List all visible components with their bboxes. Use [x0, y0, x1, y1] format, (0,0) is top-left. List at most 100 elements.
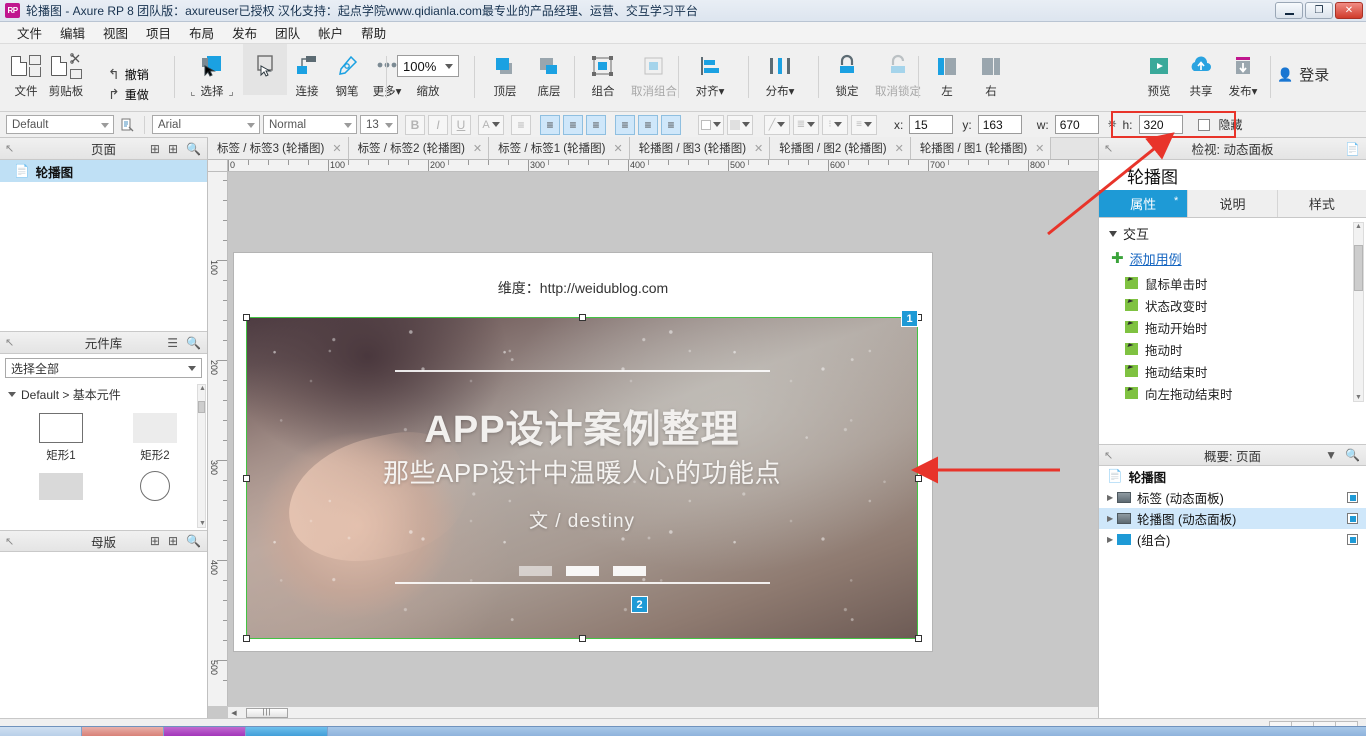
publish-button[interactable]: 发布▾: [1222, 44, 1264, 99]
close-icon[interactable]: ✕: [754, 142, 763, 155]
event-on-click[interactable]: 鼠标单击时: [1099, 272, 1366, 294]
taskbar-item-2[interactable]: [164, 727, 246, 736]
group-button[interactable]: 组合: [581, 44, 625, 99]
menu-item-help[interactable]: 帮助: [352, 21, 395, 44]
login-button[interactable]: 👤 登录: [1277, 64, 1329, 85]
carousel-dot-1[interactable]: [518, 566, 552, 576]
filter-icon[interactable]: ▼: [1325, 449, 1337, 461]
send-to-back-button[interactable]: 底层: [529, 44, 569, 99]
tab-label2[interactable]: 标签 / 标签2 (轮播图) ✕: [348, 137, 490, 159]
add-folder-icon[interactable]: ⊞: [168, 535, 178, 547]
close-icon[interactable]: ✕: [895, 142, 904, 155]
expand-triangle-icon[interactable]: ▶: [1107, 514, 1117, 523]
carousel-dot-3[interactable]: [612, 566, 646, 576]
event-on-drag[interactable]: 拖动时: [1099, 338, 1366, 360]
restore-button[interactable]: ❐: [1305, 2, 1333, 19]
visibility-checkbox[interactable]: [1347, 513, 1358, 524]
visibility-checkbox[interactable]: [1347, 534, 1358, 545]
close-button[interactable]: ✕: [1335, 2, 1363, 19]
expand-triangle-icon[interactable]: ▶: [1107, 493, 1117, 502]
menu-item-account[interactable]: 帐户: [309, 21, 352, 44]
menu-item-layout[interactable]: 布局: [180, 21, 223, 44]
resize-handle-tl[interactable]: [243, 314, 250, 321]
redo-button[interactable]: ↱ 重做: [108, 86, 149, 103]
close-icon[interactable]: ✕: [1035, 142, 1044, 155]
visibility-checkbox[interactable]: [1347, 492, 1358, 503]
collapse-icon[interactable]: ↖: [5, 535, 14, 548]
selection-mode-button[interactable]: [243, 44, 287, 95]
x-input[interactable]: 15: [909, 115, 954, 134]
connector-tool-button[interactable]: 连接: [287, 44, 327, 99]
add-master-icon[interactable]: ⊞: [150, 535, 160, 547]
menu-item-file[interactable]: 文件: [8, 21, 51, 44]
align-left-button[interactable]: ≡: [540, 114, 560, 135]
style-combo[interactable]: Default: [6, 115, 114, 134]
page-surface[interactable]: 维度：http://weidublog.com APP设计案例整理 那些APP设…: [233, 252, 933, 652]
collapse-icon[interactable]: ↖: [1104, 449, 1113, 462]
state-badge-panel[interactable]: 1: [901, 310, 918, 327]
font-size-combo[interactable]: 13: [360, 115, 398, 134]
library-select[interactable]: 选择全部: [5, 358, 202, 378]
widget-rect1[interactable]: 矩形1: [14, 411, 108, 463]
event-on-state-change[interactable]: 状态改变时: [1099, 294, 1366, 316]
more-text-button[interactable]: ≡: [511, 114, 531, 135]
menu-item-publish[interactable]: 发布: [223, 21, 266, 44]
outline-item-carousel-panel[interactable]: ▶ 轮播图 (动态面板): [1099, 508, 1366, 529]
close-icon[interactable]: ✕: [613, 142, 622, 155]
y-input[interactable]: 163: [977, 115, 1022, 134]
line-style-button[interactable]: ╱: [764, 114, 790, 135]
carousel-banner-image[interactable]: APP设计案例整理 那些APP设计中温暖人心的功能点 文 / destiny: [247, 318, 917, 638]
tab-label1[interactable]: 标签 / 标签1 (轮播图) ✕: [489, 137, 630, 159]
scroll-up-icon[interactable]: ▲: [1355, 223, 1362, 230]
font-color-button[interactable]: A: [478, 114, 504, 135]
hamburger-icon[interactable]: ☰: [167, 337, 178, 349]
shadow-button[interactable]: [727, 114, 753, 135]
scroll-thumb[interactable]: [198, 401, 205, 413]
tab-style[interactable]: 样式: [1277, 190, 1366, 217]
menu-item-edit[interactable]: 编辑: [51, 21, 94, 44]
scroll-thumb[interactable]: [1354, 245, 1363, 291]
outline-item-group[interactable]: ▶ (组合): [1099, 529, 1366, 550]
file-button[interactable]: 文件: [6, 44, 46, 99]
add-page-icon[interactable]: ⊞: [150, 143, 160, 155]
undo-button[interactable]: ↰ 撤销: [108, 66, 149, 83]
state-badge-dots[interactable]: 2: [631, 596, 648, 613]
arrow-style-button[interactable]: ≡: [851, 114, 877, 135]
align-button[interactable]: 对齐▾: [685, 44, 735, 99]
font-combo[interactable]: Arial: [152, 115, 260, 134]
zoom-combo[interactable]: 100%: [397, 55, 459, 77]
close-icon[interactable]: ✕: [473, 142, 482, 155]
close-icon[interactable]: ✕: [332, 142, 341, 155]
tab-properties[interactable]: 属性 *: [1099, 190, 1189, 217]
widget-circle[interactable]: [108, 469, 202, 503]
resize-handle-bl[interactable]: [243, 635, 250, 642]
tab-image3[interactable]: 轮播图 / 图3 (轮播图) ✕: [629, 137, 771, 159]
outline-root[interactable]: 📄 轮播图: [1099, 466, 1366, 487]
menu-item-project[interactable]: 项目: [137, 21, 180, 44]
interactions-scrollbar[interactable]: ▲ ▼: [1353, 222, 1364, 402]
italic-button[interactable]: I: [428, 114, 448, 135]
carousel-dots[interactable]: [247, 566, 917, 576]
menu-item-team[interactable]: 团队: [266, 21, 309, 44]
collapse-icon[interactable]: ↖: [5, 336, 14, 349]
library-scrollbar[interactable]: ▲ ▼: [197, 384, 206, 528]
taskbar-item-3[interactable]: [246, 727, 328, 736]
event-on-swipe-right[interactable]: 向右拖动结束时: [1099, 404, 1366, 406]
resize-handle-br[interactable]: [915, 635, 922, 642]
panel-left-button[interactable]: 左: [925, 44, 969, 99]
fill-color-button[interactable]: [698, 114, 724, 135]
inspector-object-name[interactable]: 轮播图: [1099, 160, 1366, 190]
clipboard-button[interactable]: 剪贴板: [46, 44, 86, 99]
bold-button[interactable]: B: [405, 114, 425, 135]
line-dash-button[interactable]: ⁝: [822, 114, 848, 135]
resize-handle-tc[interactable]: [579, 314, 586, 321]
library-category[interactable]: Default > 基本元件: [0, 382, 207, 407]
align-right-button[interactable]: ≡: [586, 114, 606, 135]
lock-button[interactable]: 锁定: [825, 44, 869, 99]
resize-handle-mr[interactable]: [915, 475, 922, 482]
valign-middle-button[interactable]: ≡: [638, 114, 658, 135]
panel-right-button[interactable]: 右: [969, 44, 1013, 99]
tab-image1[interactable]: 轮播图 / 图1 (轮播图) ✕: [910, 137, 1052, 159]
menu-item-view[interactable]: 视图: [94, 21, 137, 44]
share-button[interactable]: 共享: [1180, 44, 1222, 99]
